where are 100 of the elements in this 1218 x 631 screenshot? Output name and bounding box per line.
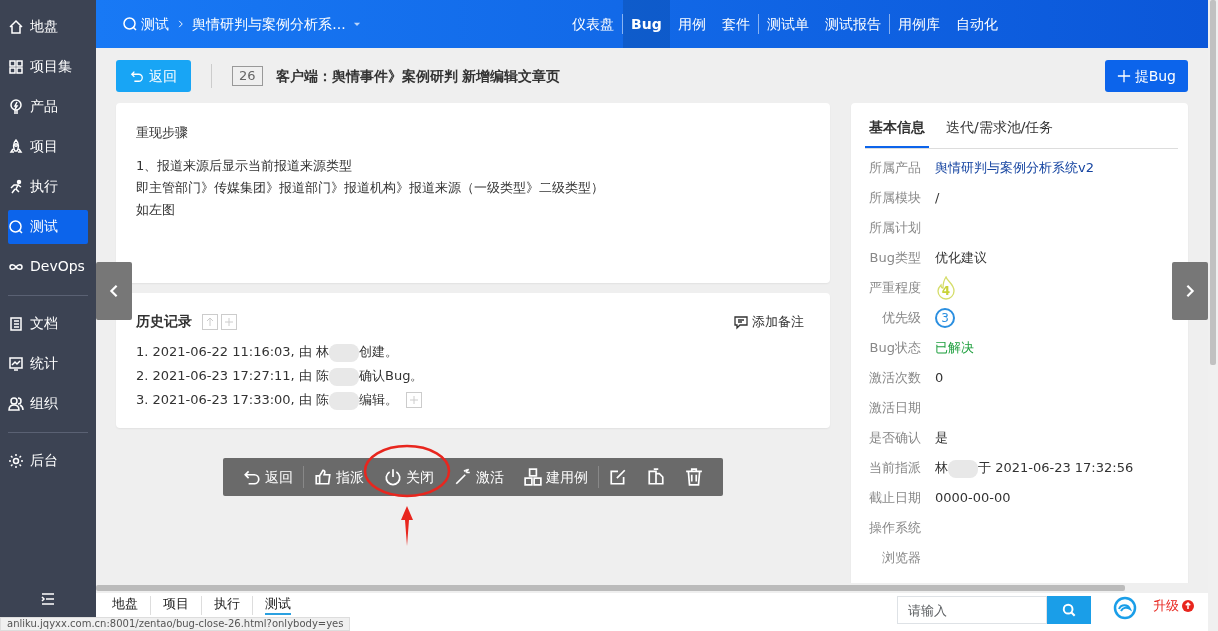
nav-tab[interactable]: 套件 (713, 0, 758, 48)
steps-text: 即主管部门》传媒集团》报道部门》报道机构》报道来源（一级类型》二级类型） (136, 178, 605, 197)
steps-text: 如左图 (136, 200, 176, 219)
field-label: 所属产品 (868, 159, 921, 178)
bottom-tab[interactable]: 测试 (253, 596, 303, 615)
steps-heading: 重现步骤 (136, 124, 189, 142)
nav-tab[interactable]: 测试报告 (816, 0, 889, 48)
field-value: 0000-00-00 (935, 489, 1011, 508)
history-entry: 2. 2021-06-23 17:27:11, 由 陈 确认Bug。 (136, 366, 424, 386)
nav-tab[interactable]: 自动化 (947, 0, 1006, 48)
field-label: 激活日期 (868, 399, 921, 418)
field-value: 优化建议 (935, 249, 987, 268)
lightbulb-icon (8, 98, 24, 115)
blocks-icon (524, 468, 542, 486)
bottom-tab[interactable]: 地盘 (100, 596, 151, 615)
previous-button[interactable] (96, 262, 132, 320)
sidebar-item[interactable]: 地盘 (8, 9, 88, 44)
search-icon (1061, 603, 1076, 617)
action-button[interactable]: 激活 (444, 462, 514, 492)
thumbs-up-icon (314, 468, 332, 486)
search-icon (8, 218, 24, 235)
upgrade-link[interactable]: 升级 (1152, 596, 1194, 616)
field-label: 当前指派 (868, 459, 921, 478)
add-note-link[interactable]: 添加备注 (732, 311, 804, 332)
horizontal-scrollbar[interactable] (96, 585, 1125, 591)
document-icon (8, 315, 24, 332)
trash-icon (685, 468, 703, 486)
nav-tab[interactable]: 仪表盘 (564, 0, 622, 48)
info-tab[interactable]: 基本信息 (865, 109, 929, 148)
field-label: 截止日期 (868, 489, 921, 508)
field-value: / (935, 189, 940, 208)
collapse-menu-icon[interactable] (40, 591, 56, 607)
chart-icon (8, 355, 24, 372)
field-label: 是否确认 (868, 429, 921, 448)
sidebar-item[interactable]: 产品 (8, 89, 88, 124)
sidebar-item[interactable]: 文档 (8, 306, 88, 341)
action-button[interactable]: 指派 (304, 462, 374, 492)
severity-badge: 4 (935, 276, 957, 300)
plus-icon[interactable] (221, 313, 237, 330)
field-label: Bug状态 (868, 339, 921, 358)
grid-icon (8, 58, 24, 75)
next-button[interactable] (1172, 262, 1208, 320)
steps-text: 1、报道来源后显示当前报道来源类型 (136, 156, 354, 175)
undo-icon (243, 468, 261, 486)
plus-icon (1116, 69, 1131, 83)
product-link[interactable]: 舆情研判与案例分析系统v2 (935, 158, 1094, 178)
field-value: 是 (935, 429, 948, 448)
field-value: 0 (935, 369, 944, 388)
field-label: 所属模块 (868, 189, 921, 208)
bug-id: 26 (232, 66, 263, 86)
sidebar-item[interactable]: DevOps (8, 249, 88, 284)
module-link[interactable]: 测试 (122, 13, 170, 35)
history-entry: 1. 2021-06-22 11:16:03, 由 林 创建。 (136, 342, 398, 362)
nav-tab[interactable]: 用例库 (889, 0, 948, 48)
power-icon (384, 468, 402, 486)
arrow-up-icon[interactable] (201, 313, 218, 330)
nav-tab[interactable]: 用例 (669, 0, 714, 48)
field-label: 操作系统 (868, 519, 921, 538)
sidebar-item[interactable]: 执行 (8, 169, 88, 204)
expand-icon[interactable] (406, 392, 422, 408)
field-label: 激活次数 (868, 369, 921, 388)
magic-wand-icon (454, 468, 472, 486)
edit-icon (609, 468, 627, 486)
bottom-tab[interactable]: 执行 (202, 596, 253, 615)
arrow-up-circle-icon (1182, 599, 1194, 612)
info-tab[interactable]: 迭代/需求池/任务 (942, 109, 1058, 148)
sidebar-item[interactable]: 项目 (8, 129, 88, 164)
field-label: 严重程度 (868, 279, 921, 298)
field-label: Bug类型 (868, 249, 921, 268)
status-value: 已解决 (935, 339, 974, 358)
history-heading: 历史记录 (136, 312, 192, 331)
field-label: 优先级 (881, 309, 921, 328)
assigned-value: 林 于 2021-06-23 17:32:56 (935, 458, 1134, 478)
copy-icon (647, 468, 665, 486)
home-icon (8, 18, 24, 35)
search-icon (122, 16, 138, 32)
priority-badge: 3 (935, 308, 955, 328)
bottom-tab[interactable]: 项目 (151, 596, 202, 615)
sidebar-item[interactable]: 项目集 (8, 49, 88, 84)
field-label: 浏览器 (881, 549, 921, 568)
sidebar-item[interactable]: 后台 (8, 443, 88, 478)
vertical-scrollbar[interactable] (1210, 0, 1216, 365)
rocket-icon (8, 138, 24, 155)
field-label: 所属计划 (868, 219, 921, 238)
nav-tab[interactable]: Bug (623, 0, 670, 48)
gear-icon (8, 452, 24, 469)
undo-icon (130, 69, 144, 83)
status-url-tooltip: anliku.jqyxx.com.cn:8001/zentao/bug-close-26.html?onlybody=yes (0, 617, 351, 631)
nav-tab[interactable]: 测试单 (758, 0, 817, 48)
sidebar-item[interactable]: 统计 (8, 346, 88, 381)
create-bug-button[interactable]: 提Bug (1104, 60, 1188, 92)
sidebar-item[interactable]: 组织 (8, 386, 88, 421)
search-button[interactable] (1046, 596, 1091, 624)
bug-title: 客户端：舆情事件》案例研判 新增编辑文章页 (275, 66, 561, 86)
action-button[interactable]: 建用例 (514, 462, 598, 492)
action-button[interactable]: 返回 (233, 462, 303, 492)
sidebar-item[interactable]: 测试 (8, 209, 88, 244)
product-dropdown[interactable]: 舆情研判与案例分析系... (192, 13, 363, 35)
comment-icon (732, 313, 749, 330)
search-field[interactable]: 请输入 (896, 596, 1047, 624)
